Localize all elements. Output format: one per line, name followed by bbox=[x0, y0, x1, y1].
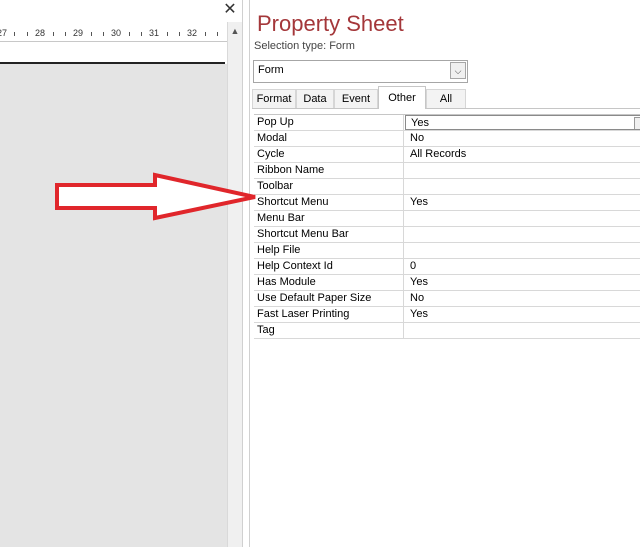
tab-other[interactable]: Other bbox=[378, 86, 426, 109]
annotation-arrow-icon bbox=[55, 172, 256, 221]
annotation-arrow-shape bbox=[55, 172, 256, 221]
